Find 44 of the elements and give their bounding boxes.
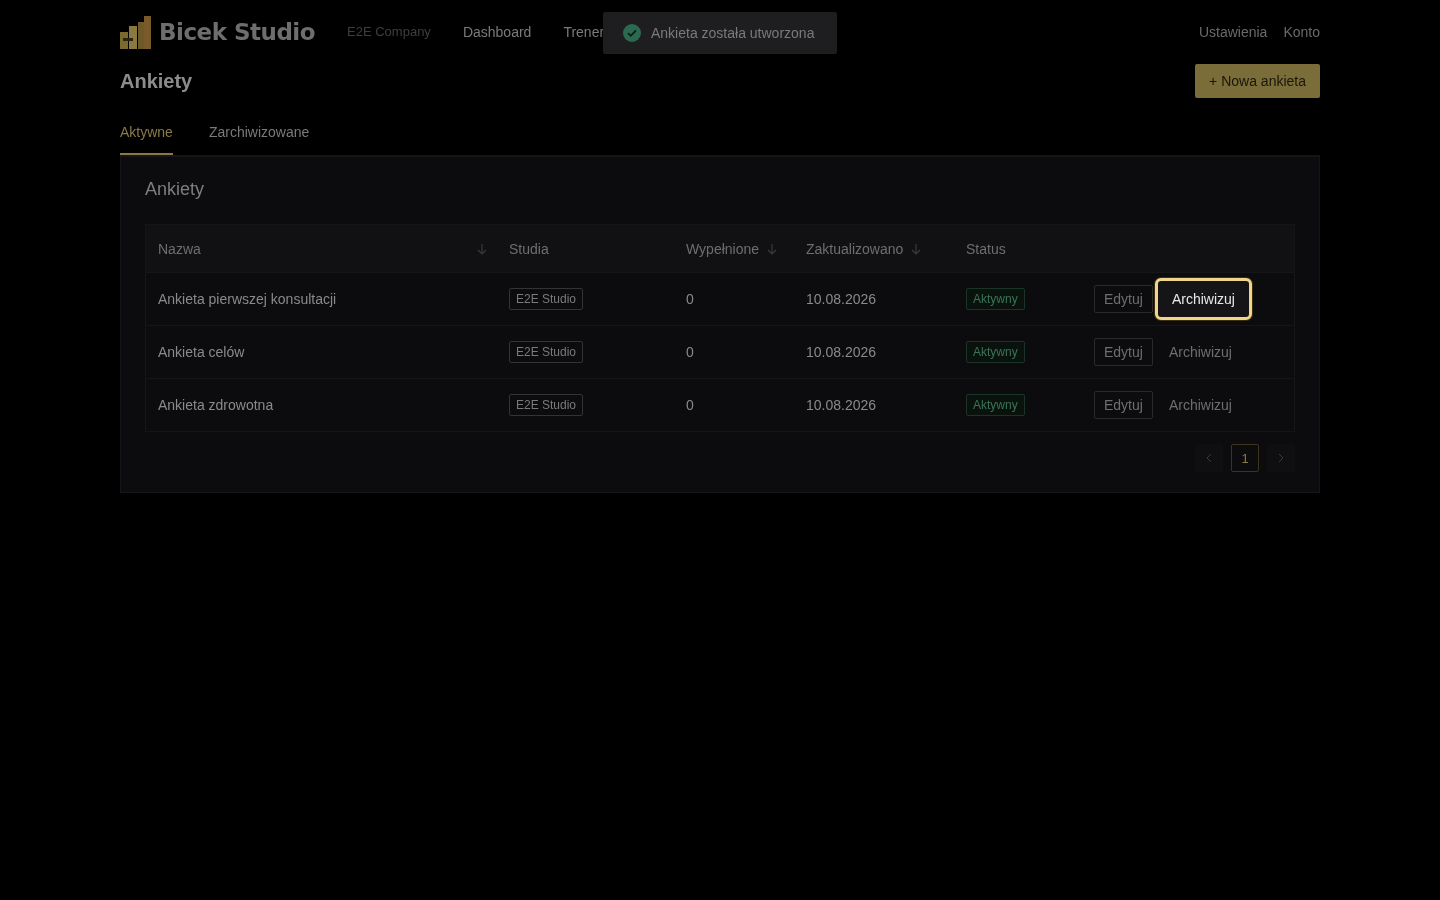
brand-name[interactable]: Bicek Studio	[159, 19, 316, 45]
column-header: Status	[966, 240, 1006, 257]
sort-arrow-icon[interactable]	[911, 242, 922, 255]
check-circle-icon	[623, 24, 641, 42]
column-header: Studia	[509, 240, 549, 257]
table-cell: Ankieta celów	[158, 344, 245, 360]
table-cell: 10.08.2026	[806, 397, 877, 413]
table-cell: Ankieta pierwszej konsultacji	[158, 291, 337, 307]
new-survey-button[interactable]: + Nowa ankieta	[1195, 64, 1320, 98]
table-cell: Ankieta zdrowotna	[158, 397, 274, 413]
page-button[interactable]: 1	[1231, 444, 1259, 472]
nav-link[interactable]: Ustawienia	[1198, 24, 1268, 40]
status-tag: Aktywny	[966, 288, 1025, 310]
nav-link[interactable]: Dashboard	[462, 24, 532, 40]
column-header: Zaktualizowano	[806, 240, 904, 257]
column-header: Nazwa	[158, 240, 201, 257]
table-cell: 0	[686, 344, 694, 360]
table-cell: 0	[686, 291, 694, 307]
card-title: Ankiety	[145, 179, 206, 200]
logo-icon	[120, 15, 151, 49]
archive-button[interactable]: Archiwizuj	[1154, 338, 1246, 366]
archive-button[interactable]: Archiwizuj	[1154, 278, 1252, 320]
nav-link[interactable]: Trener	[563, 24, 605, 40]
archive-button[interactable]: Archiwizuj	[1154, 391, 1246, 419]
chevron-right-icon	[1278, 453, 1284, 463]
table-cell: 10.08.2026	[806, 344, 877, 360]
studio-tag: E2E Studio	[509, 341, 584, 363]
edit-button[interactable]: Edytuj	[1094, 391, 1153, 419]
table-cell: 10.08.2026	[806, 291, 877, 307]
sort-arrow-icon[interactable]	[767, 242, 778, 255]
tab[interactable]: Zarchiwizowane	[208, 118, 310, 155]
table-cell: 0	[686, 397, 694, 413]
edit-button[interactable]: Edytuj	[1094, 285, 1153, 313]
studio-tag: E2E Studio	[509, 288, 584, 310]
studio-tag: E2E Studio	[509, 394, 584, 416]
status-tag: Aktywny	[966, 394, 1025, 416]
status-tag: Aktywny	[966, 341, 1025, 363]
page-title: Ankiety	[120, 69, 193, 93]
sort-arrow-icon[interactable]	[477, 242, 487, 255]
toast-message: Ankieta została utworzona	[651, 25, 815, 41]
column-header: Wypełnione	[686, 240, 760, 257]
edit-button[interactable]: Edytuj	[1094, 338, 1153, 366]
chevron-left-icon	[1206, 453, 1212, 463]
nav-link[interactable]: Konto	[1283, 24, 1320, 40]
